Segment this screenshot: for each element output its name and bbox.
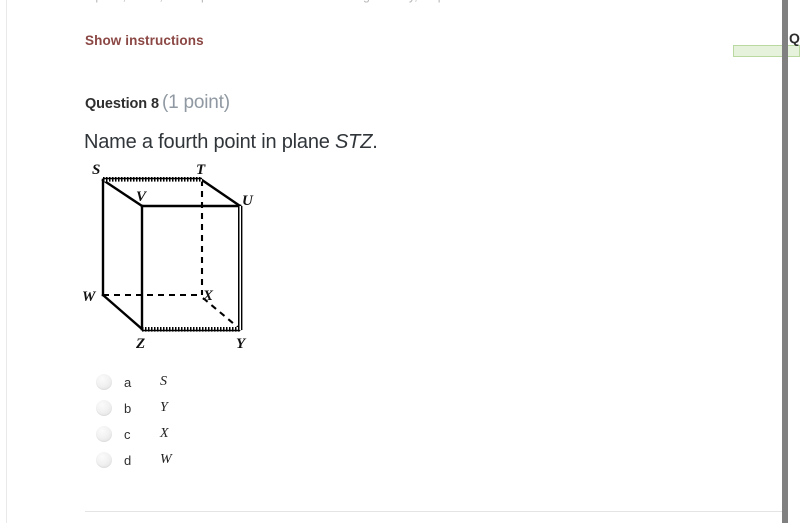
- question-number: Question 8: [85, 96, 159, 112]
- radio-button-d[interactable]: [96, 452, 112, 468]
- question-prompt-plane-name: STZ: [335, 131, 373, 153]
- option-letter-a: a: [124, 374, 132, 390]
- option-letter-b: b: [124, 400, 132, 416]
- option-row-d[interactable]: d W: [96, 447, 172, 473]
- option-row-b[interactable]: b Y: [96, 395, 172, 421]
- prism-solid-edges: [101, 178, 242, 331]
- vertex-label-T: T: [196, 162, 206, 178]
- vertex-label-S: S: [92, 162, 100, 178]
- bottom-divider: [85, 511, 785, 512]
- vertex-label-Z: Z: [135, 336, 145, 352]
- radio-button-a[interactable]: [96, 374, 112, 390]
- prism-highlighted-plane-edges: [103, 177, 243, 332]
- prism-svg: S T V U W X Z Y: [82, 162, 254, 352]
- vertex-label-U: U: [242, 193, 254, 209]
- answer-options: a S b Y c X d W: [96, 369, 172, 473]
- option-row-a[interactable]: a S: [96, 369, 172, 395]
- vertex-label-V: V: [136, 189, 148, 205]
- search-highlight-bar: [733, 45, 800, 57]
- question-points: (1 point): [161, 92, 230, 113]
- question-prompt-prefix: Name a fourth point in plane: [84, 131, 336, 153]
- question-header: Question 8 (1 point): [85, 92, 230, 114]
- left-page-border: [6, 0, 7, 523]
- option-row-c[interactable]: c X: [96, 421, 172, 447]
- vertex-label-W: W: [82, 289, 97, 305]
- radio-button-b[interactable]: [96, 400, 112, 416]
- clipped-instruction-text: a point, a line, and a plane are undefin…: [85, 0, 545, 3]
- prism-vertex-labels: S T V U W X Z Y: [82, 162, 254, 352]
- question-prompt-suffix: .: [372, 131, 378, 153]
- question-prompt: Name a fourth point in plane STZ.: [84, 131, 378, 154]
- offscreen-question-label: Qu: [789, 30, 800, 46]
- vertical-scrollbar[interactable]: [782, 0, 788, 523]
- option-letter-d: d: [124, 452, 132, 468]
- option-value-d: W: [160, 452, 172, 467]
- show-instructions-link[interactable]: Show instructions: [85, 33, 204, 48]
- option-value-c: X: [160, 426, 169, 441]
- prism-figure: S T V U W X Z Y: [70, 155, 275, 355]
- radio-button-c[interactable]: [96, 426, 112, 442]
- option-value-b: Y: [160, 400, 168, 415]
- vertex-label-Y: Y: [236, 336, 247, 352]
- page-root: a point, a line, and a plane are undefin…: [0, 0, 800, 523]
- vertex-label-X: X: [202, 288, 214, 304]
- prism-hidden-edges: [103, 180, 241, 330]
- option-value-a: S: [160, 374, 167, 389]
- option-letter-c: c: [124, 426, 131, 442]
